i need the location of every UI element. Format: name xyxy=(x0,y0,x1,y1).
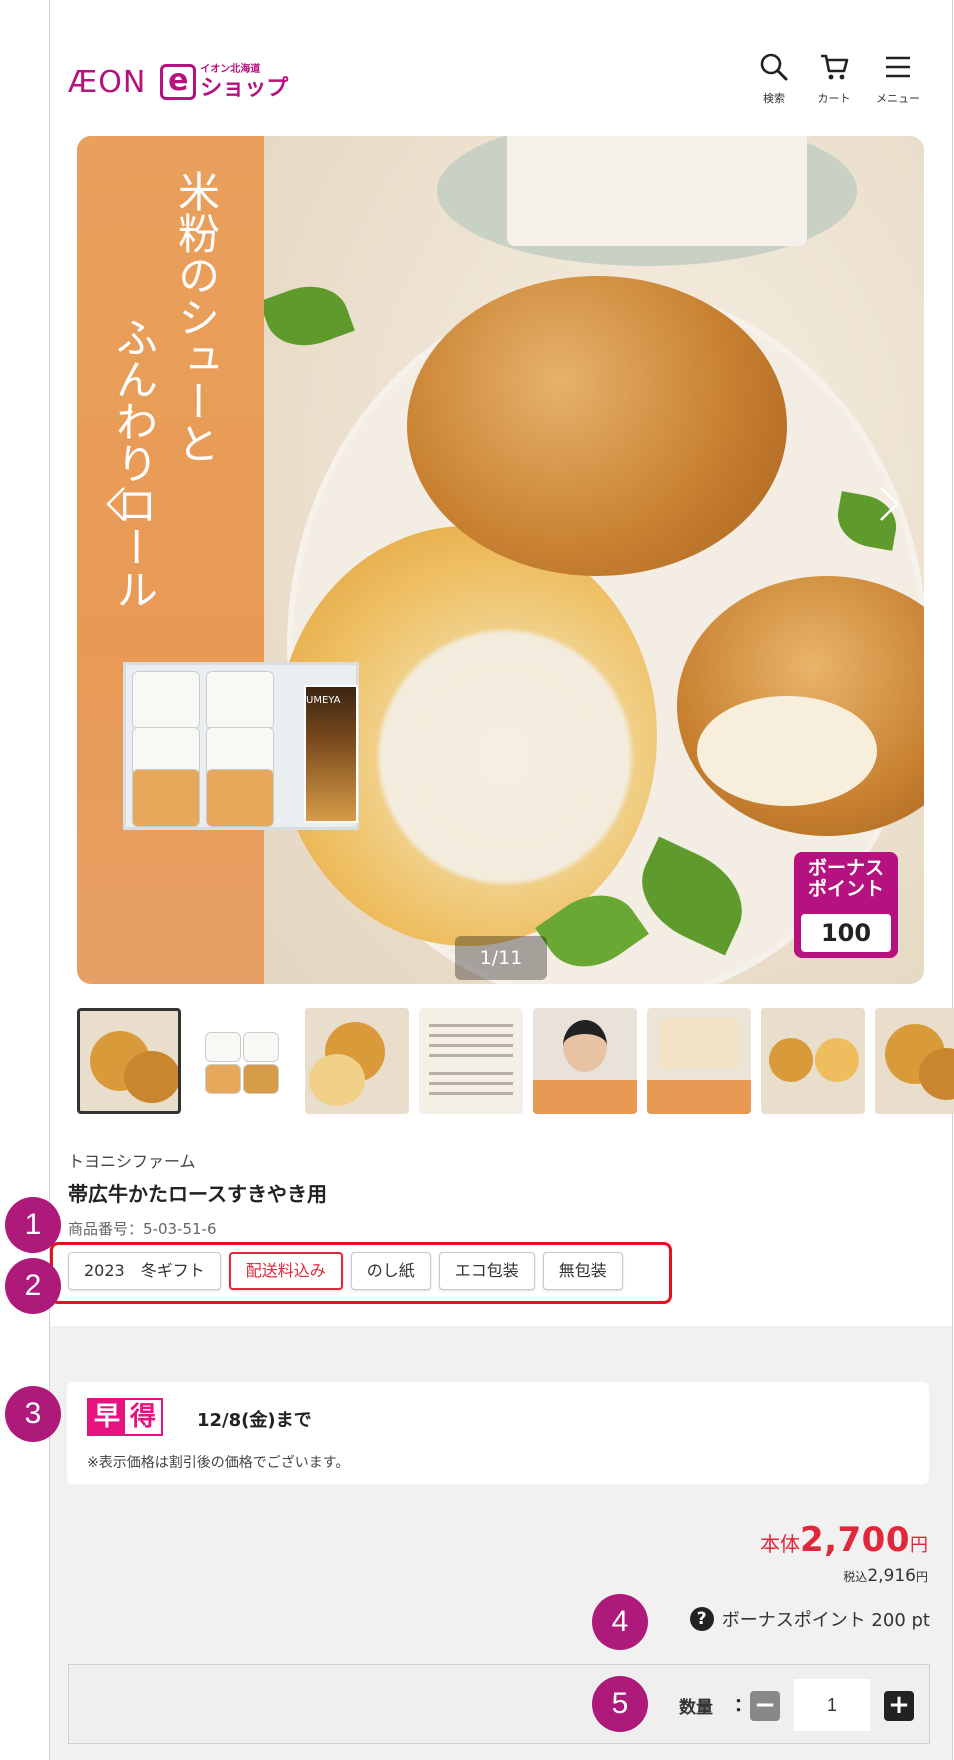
site-logo[interactable]: ÆON e イオン北海道 ショップ xyxy=(68,60,288,104)
tag-eco-wrap[interactable]: エコ包装 xyxy=(438,1252,535,1290)
bonus-points-row: ? ボーナスポイント 200 pt xyxy=(689,1606,930,1632)
thumbnail[interactable] xyxy=(647,1008,751,1114)
tag-noshi[interactable]: のし紙 xyxy=(350,1252,431,1290)
thumbnail[interactable] xyxy=(191,1008,295,1114)
gift-box-image: UMEYA xyxy=(123,662,359,830)
product-image-carousel[interactable]: 米粉のシューと ふんわりロール UMEYA ボーナス ポイント 100 1/11 xyxy=(77,136,924,984)
tax-prefix: 税込 xyxy=(843,1570,868,1584)
search-label: 検索 xyxy=(763,92,785,105)
cart-button[interactable]: カート xyxy=(806,52,862,106)
aeon-logo: ÆON xyxy=(68,64,147,100)
thumbnail[interactable] xyxy=(305,1008,409,1114)
carousel-counter: 1/11 xyxy=(455,936,547,980)
thumbnail[interactable] xyxy=(77,1008,181,1114)
maker-name: トヨニシファーム xyxy=(68,1152,196,1171)
tax-yen: 円 xyxy=(915,1570,928,1584)
logo-shop-text: ショップ xyxy=(200,75,289,101)
tag-winter-gift[interactable]: 2023 冬ギフト xyxy=(68,1252,221,1290)
annotation-marker-1: 1 xyxy=(5,1197,61,1253)
annotation-marker-4: 4 xyxy=(592,1594,648,1650)
cream-puff-image xyxy=(407,276,787,576)
logo-subtitle: イオン北海道 xyxy=(200,63,261,75)
annotation-marker-3: 3 xyxy=(5,1386,61,1442)
search-icon xyxy=(760,53,788,81)
quantity-selector: 数量 ： − + xyxy=(68,1664,930,1744)
thumbnail[interactable] xyxy=(875,1008,954,1114)
product-tags: 2023 冬ギフト 配送料込み のし紙 エコ包装 無包装 xyxy=(68,1252,623,1290)
discount-note: ※表示価格は割引後の価格でございます。 xyxy=(87,1455,350,1471)
bonus-point-badge: ボーナス ポイント 100 xyxy=(794,852,898,958)
chevron-right-icon xyxy=(880,487,899,521)
tag-shipping-included[interactable]: 配送料込み xyxy=(228,1252,343,1290)
price-tax-included: 税込 2,916 円 xyxy=(843,1566,928,1586)
thumbnail[interactable] xyxy=(533,1008,637,1114)
cart-label: カート xyxy=(817,92,851,105)
product-name: 帯広牛かたロースすきやき用 xyxy=(68,1182,327,1206)
price-yen: 円 xyxy=(910,1535,928,1556)
product-number: 商品番号：5-03-51-6 xyxy=(68,1220,217,1238)
price-value: 2,700 xyxy=(799,1520,910,1560)
annotation-marker-5: 5 xyxy=(592,1676,648,1732)
price-prefix: 本体 xyxy=(759,1532,800,1556)
carousel-next-button[interactable] xyxy=(868,484,908,524)
minus-icon: − xyxy=(754,1690,776,1720)
eshop-logo-mark: e xyxy=(160,64,197,100)
price-main: 本体 2,700 円 xyxy=(760,1520,928,1560)
bonus-points-text: ボーナスポイント 200 pt xyxy=(721,1610,930,1631)
early-discount-badge: 早 得 xyxy=(87,1398,163,1436)
thumbnail[interactable] xyxy=(419,1008,523,1114)
early-discount-panel: 早 得 12/8(金)まで ※表示価格は割引後の価格でございます。 xyxy=(67,1382,929,1484)
bonus-badge-points: 100 xyxy=(801,914,891,952)
hero-title-line2: ふんわりロール xyxy=(109,316,159,610)
tax-value: 2,916 xyxy=(867,1566,916,1586)
quantity-decrease-button[interactable]: − xyxy=(750,1691,780,1721)
thumbnail[interactable] xyxy=(761,1008,865,1114)
hamburger-icon xyxy=(886,56,910,78)
bonus-badge-line1: ボーナス xyxy=(807,857,884,879)
carousel-prev-button[interactable] xyxy=(97,484,137,524)
tag-no-wrap[interactable]: 無包装 xyxy=(542,1252,623,1290)
box-label: UMEYA xyxy=(306,695,341,706)
quantity-input[interactable] xyxy=(794,1679,870,1731)
quantity-label: 数量 xyxy=(679,1698,713,1718)
chevron-left-icon xyxy=(106,487,125,521)
plus-icon: + xyxy=(888,1690,910,1720)
annotation-marker-2: 2 xyxy=(5,1258,61,1314)
thumbnail-strip[interactable] xyxy=(77,1008,954,1116)
bonus-badge-line2: ポイント xyxy=(807,877,884,900)
quantity-increase-button[interactable]: + xyxy=(884,1691,914,1721)
discount-until: 12/8(金)まで xyxy=(197,1410,312,1431)
search-button[interactable]: 検索 xyxy=(746,52,802,106)
hero-title-line1: 米粉のシューと xyxy=(171,170,221,464)
menu-label: メニュー xyxy=(876,92,920,105)
help-icon[interactable]: ? xyxy=(689,1607,714,1631)
cart-icon xyxy=(821,54,849,80)
menu-button[interactable]: メニュー xyxy=(870,52,926,106)
